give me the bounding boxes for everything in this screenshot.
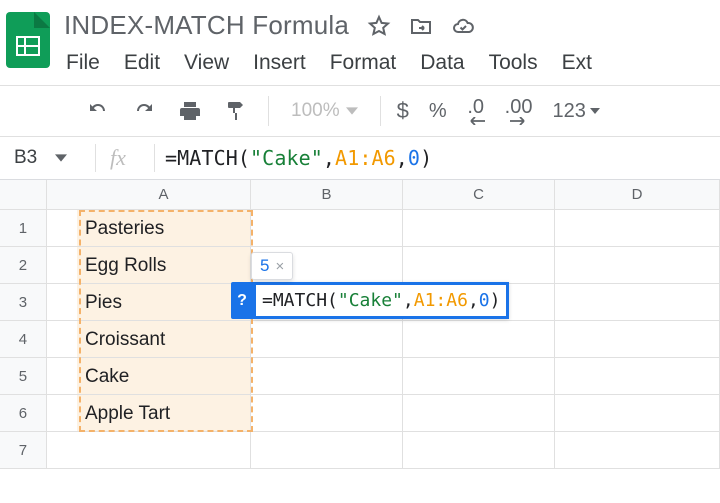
- cell-C4[interactable]: [403, 321, 555, 358]
- formula-comma: ,: [468, 290, 479, 311]
- zoom-dropdown[interactable]: 100%: [281, 100, 368, 122]
- cell-B4[interactable]: [251, 321, 403, 358]
- undo-button[interactable]: [78, 91, 118, 131]
- formula-fn: MATCH: [177, 146, 238, 170]
- formula-prefix: =: [165, 146, 177, 170]
- cell-C2[interactable]: [403, 247, 555, 284]
- cell-C1[interactable]: [403, 210, 555, 247]
- formula-open: (: [327, 290, 338, 311]
- zoom-value: 100%: [291, 100, 340, 122]
- close-icon[interactable]: ×: [275, 258, 284, 275]
- cell-A1[interactable]: Pasteries: [77, 210, 251, 247]
- decrease-decimal-button[interactable]: .0: [467, 97, 485, 125]
- chevron-down-icon: [590, 106, 600, 116]
- format-percent-button[interactable]: %: [429, 100, 447, 123]
- cell-D7[interactable]: [555, 432, 720, 469]
- decrease-decimal-label: .0: [467, 97, 484, 117]
- menu-bar: File Edit View Insert Format Data Tools …: [64, 41, 720, 85]
- formula-num: 0: [408, 146, 420, 170]
- cell-B6[interactable]: [251, 395, 403, 432]
- cell-D3[interactable]: [555, 284, 720, 321]
- print-button[interactable]: [170, 91, 210, 131]
- number-format-dropdown[interactable]: 123: [552, 100, 599, 123]
- row-header-5[interactable]: 5: [0, 358, 47, 395]
- increase-decimal-label: .00: [505, 97, 533, 117]
- cell-A2[interactable]: Egg Rolls: [77, 247, 251, 284]
- redo-button[interactable]: [124, 91, 164, 131]
- cell-A6[interactable]: Apple Tart: [77, 395, 251, 432]
- formula-comma: ,: [396, 146, 408, 170]
- spreadsheet-grid[interactable]: A B C D 1 Pasteries 2 Egg Rolls 3 Pies 4…: [0, 180, 720, 469]
- column-header-B[interactable]: B: [251, 180, 403, 209]
- cell-B1[interactable]: [251, 210, 403, 247]
- menu-extensions[interactable]: Ext: [562, 51, 592, 75]
- cell-C7[interactable]: [403, 432, 555, 469]
- chevron-down-icon: [55, 152, 67, 164]
- formula-close: ): [490, 290, 501, 311]
- move-folder-icon[interactable]: [409, 14, 433, 38]
- formula-bar[interactable]: =MATCH("Cake",A1:A6,0): [165, 146, 432, 170]
- cell-A5[interactable]: Cake: [77, 358, 251, 395]
- column-header-C[interactable]: C: [403, 180, 555, 209]
- cell-C5[interactable]: [403, 358, 555, 395]
- formula-result-value: 5: [260, 256, 269, 276]
- cell-A4[interactable]: Croissant: [77, 321, 251, 358]
- menu-data[interactable]: Data: [420, 51, 464, 75]
- formula-comma: ,: [403, 290, 414, 311]
- cell-editor[interactable]: ? =MATCH("Cake",A1:A6,0): [231, 282, 509, 319]
- document-title[interactable]: INDEX-MATCH Formula: [64, 10, 349, 41]
- menu-edit[interactable]: Edit: [124, 51, 160, 75]
- column-header-D[interactable]: D: [555, 180, 720, 209]
- paint-format-button[interactable]: [216, 91, 256, 131]
- cell-C6[interactable]: [403, 395, 555, 432]
- formula-open: (: [238, 146, 250, 170]
- formula-close: ): [420, 146, 432, 170]
- name-box[interactable]: B3: [0, 147, 95, 169]
- increase-decimal-button[interactable]: .00: [505, 97, 533, 125]
- cell-A3[interactable]: Pies: [77, 284, 251, 321]
- toolbar: 100% $ % .0 .00 123: [0, 86, 720, 136]
- formula-fn: MATCH: [273, 290, 327, 311]
- row-header-1[interactable]: 1: [0, 210, 47, 247]
- cell-B7[interactable]: [251, 432, 403, 469]
- cell-B5[interactable]: [251, 358, 403, 395]
- formula-comma: ,: [323, 146, 335, 170]
- cell-D4[interactable]: [555, 321, 720, 358]
- formula-prefix: =: [262, 290, 273, 311]
- menu-insert[interactable]: Insert: [253, 51, 306, 75]
- format-currency-button[interactable]: $: [397, 98, 409, 124]
- name-box-value: B3: [14, 147, 37, 169]
- menu-view[interactable]: View: [184, 51, 229, 75]
- cloud-saved-icon[interactable]: [451, 14, 475, 38]
- menu-file[interactable]: File: [66, 51, 100, 75]
- formula-ref: A1:A6: [335, 146, 396, 170]
- select-all-corner[interactable]: [0, 180, 47, 209]
- row-header-6[interactable]: 6: [0, 395, 47, 432]
- cell-A7[interactable]: [77, 432, 251, 469]
- formula-ref: A1:A6: [414, 290, 468, 311]
- formula-str: "Cake": [338, 290, 403, 311]
- row-header-3[interactable]: 3: [0, 284, 47, 321]
- sheets-logo: [0, 6, 56, 78]
- number-format-label: 123: [552, 100, 585, 123]
- menu-format[interactable]: Format: [330, 51, 397, 75]
- row-header-4[interactable]: 4: [0, 321, 47, 358]
- column-header-A[interactable]: A: [77, 180, 251, 209]
- formula-num: 0: [479, 290, 490, 311]
- cell-D5[interactable]: [555, 358, 720, 395]
- star-icon[interactable]: [367, 14, 391, 38]
- formula-str: "Cake": [250, 146, 323, 170]
- formula-help-button[interactable]: ?: [231, 282, 253, 319]
- chevron-down-icon: [346, 105, 358, 117]
- cell-D6[interactable]: [555, 395, 720, 432]
- row-header-7[interactable]: 7: [0, 432, 47, 469]
- cell-D2[interactable]: [555, 247, 720, 284]
- fx-label: fx: [110, 145, 154, 171]
- cell-D1[interactable]: [555, 210, 720, 247]
- row-header-2[interactable]: 2: [0, 247, 47, 284]
- menu-tools[interactable]: Tools: [489, 51, 538, 75]
- formula-result-tooltip: 5 ×: [251, 252, 293, 280]
